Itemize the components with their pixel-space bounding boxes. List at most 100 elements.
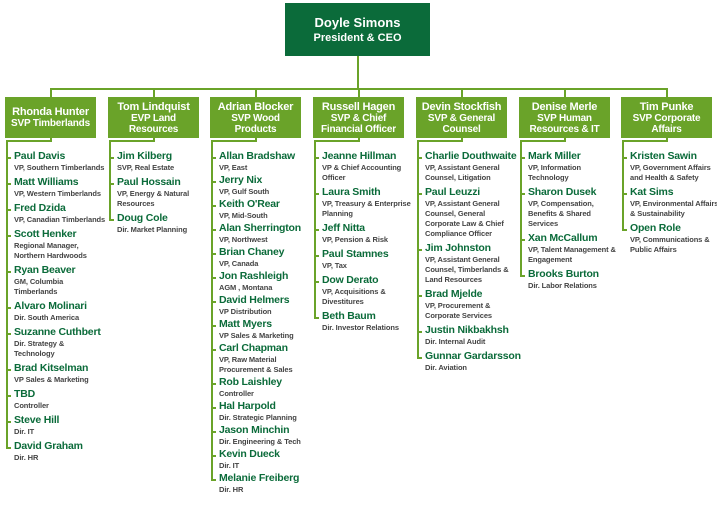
report-title: Regional Manager, Northern Hardwoods [14, 241, 87, 260]
report-name: Kristen Sawin [630, 150, 697, 162]
svp-title: SVP & Chief Financial Officer [321, 112, 396, 135]
report-connector [520, 140, 565, 142]
report-name: Paul Davis [14, 150, 66, 162]
report-name: Matt Williams [14, 176, 79, 188]
report-title: Controller [219, 389, 254, 398]
report-title: Dir. Engineering & Tech [219, 437, 301, 446]
report-name: Paul Leuzzi [425, 186, 480, 198]
list-item: Jim Johnston VP, Assistant General Counse… [417, 238, 517, 288]
svp-drop-connector [461, 88, 463, 97]
report-connector [417, 140, 462, 142]
report-connector [622, 140, 667, 142]
report-title: Controller [14, 401, 49, 410]
report-name: Laura Smith [322, 186, 381, 198]
svp-box: Tim Punke SVP Corporate Affairs [621, 97, 712, 138]
report-title: Dir. Strategy & Technology [14, 339, 65, 358]
report-title: VP, Assistant General Counsel, Litigatio… [425, 163, 500, 182]
list-item: Paul Leuzzi VP, Assistant General Counsel… [417, 182, 517, 242]
list-item: Allan Bradshaw VP, East [211, 140, 311, 176]
report-name: Paul Hossain [117, 176, 181, 188]
list-item: Matt Myers VP Sales & Marketing [211, 314, 311, 344]
report-title: VP, Talent Management & Engagement [528, 245, 616, 264]
report-title: VP, Acquisitions & Divestitures [322, 287, 386, 306]
report-title: GM, Columbia Timberlands [14, 277, 64, 296]
report-title: Dir. Aviation [425, 363, 467, 372]
list-item: Kevin Dueck Dir. IT [211, 444, 311, 474]
report-title: Dir. HR [14, 453, 39, 462]
svp-drop-connector [50, 88, 52, 97]
svp-drop-connector [358, 88, 360, 97]
report-title: VP, Northwest [219, 235, 268, 244]
svp-name: Denise Merle [531, 100, 598, 113]
list-item: Fred Dzida VP, Canadian Timberlands [6, 198, 106, 228]
report-name: Jim Johnston [425, 242, 491, 254]
report-name: Keith O'Rear [219, 198, 280, 210]
report-title: VP Sales & Marketing [219, 331, 294, 340]
report-title: Dir. Internal Audit [425, 337, 486, 346]
list-item: Kristen Sawin VP, Government Affairs and … [622, 140, 717, 186]
report-title: VP Distribution [219, 307, 272, 316]
svp-name: Tim Punke [639, 100, 694, 113]
report-title: VP, Energy & Natural Resources [117, 189, 190, 208]
report-name: Suzanne Cuthbert [14, 326, 101, 338]
report-name: Jeanne Hillman [322, 150, 397, 162]
report-title: VP, Mid-South [219, 211, 268, 220]
svp-title: EVP Land Resources [128, 112, 179, 135]
list-item: Alvaro Molinari Dir. South America [6, 296, 106, 326]
report-title: AGM , Montana [219, 283, 273, 292]
list-item: Brian Chaney VP, Canada [211, 242, 311, 272]
svp-name: Devin Stockfish [421, 100, 502, 113]
list-item: Jeanne Hillman VP & Chief Accounting Offi… [314, 140, 414, 186]
ceo-name: Doyle Simons [314, 14, 401, 30]
list-item: Rob Laishley Controller [211, 372, 311, 402]
report-name: Paul Stamnes [322, 248, 389, 260]
report-title: VP, Gulf South [219, 187, 270, 196]
report-name: Open Role [630, 222, 681, 234]
svp-title: SVP & General Counsel [427, 112, 496, 135]
list-item: Jerry Nix VP, Gulf South [211, 170, 311, 200]
report-name: Brad Kitselman [14, 362, 89, 374]
report-title: VP, Southern Timberlands [14, 163, 105, 172]
list-item: Jon Rashleigh AGM , Montana [211, 266, 311, 296]
report-title: VP, Communications & Public Affairs [630, 235, 710, 254]
list-item: Suzanne Cuthbert Dir. Strategy & Technolo… [6, 322, 106, 362]
report-title: VP, Information Technology [528, 163, 581, 182]
list-item: Xan McCallum VP, Talent Management & Enga… [520, 228, 618, 268]
list-item: Beth Baum Dir. Investor Relations [314, 306, 414, 333]
list-item: Kat Sims VP, Environmental Affairs & Sust… [622, 182, 717, 222]
list-item: Paul Stamnes VP, Tax [314, 244, 414, 274]
report-name: Alvaro Molinari [14, 300, 87, 312]
report-title: Dir. Market Planning [117, 225, 188, 234]
list-item: Paul Davis VP, Southern Timberlands [6, 140, 106, 176]
svp-title: SVP Corporate Affairs [632, 112, 701, 135]
report-title: VP, Canada [219, 259, 259, 268]
report-name: Jerry Nix [219, 174, 263, 186]
reports-list: Paul Davis VP, Southern Timberlands Matt W… [6, 140, 106, 466]
report-title: VP, Canadian Timberlands [14, 215, 106, 224]
svp-drop-connector [153, 88, 155, 97]
report-title: VP, Pension & Risk [322, 235, 389, 244]
report-name: TBD [14, 388, 35, 400]
report-title: Dir. IT [14, 427, 35, 436]
report-name: David Graham [14, 440, 83, 452]
svp-box: Russell Hagen SVP & Chief Financial Offic… [313, 97, 404, 138]
list-item: Keith O'Rear VP, Mid-South [211, 194, 311, 224]
ceo-box: Doyle Simons President & CEO [285, 3, 430, 56]
report-title: Dir. Labor Relations [528, 281, 597, 290]
svp-drop-connector [564, 88, 566, 97]
list-item: Charlie Douthwaite VP, Assistant General … [417, 140, 517, 186]
report-title: Dir. HR [219, 485, 244, 494]
svp-box: Rhonda Hunter SVP Timberlands [5, 97, 96, 138]
report-name: Carl Chapman [219, 342, 288, 354]
report-name: Brooks Burton [528, 268, 599, 280]
reports-list: Charlie Douthwaite VP, Assistant General … [417, 140, 521, 376]
svp-name: Tom Lindquist [117, 100, 190, 113]
list-item: Paul Hossain VP, Energy & Natural Resourc… [109, 172, 209, 212]
list-item: Brad Mjelde VP, Procurement & Corporate S… [417, 284, 517, 324]
list-item: Doug Cole Dir. Market Planning [109, 208, 209, 235]
report-name: Allan Bradshaw [219, 150, 295, 162]
list-item: David Graham Dir. HR [6, 436, 106, 463]
report-title: VP, East [219, 163, 248, 172]
list-item: Dow Derato VP, Acquisitions & Divestiture… [314, 270, 414, 310]
report-title: VP, Raw Material Procurement & Sales [219, 355, 293, 374]
